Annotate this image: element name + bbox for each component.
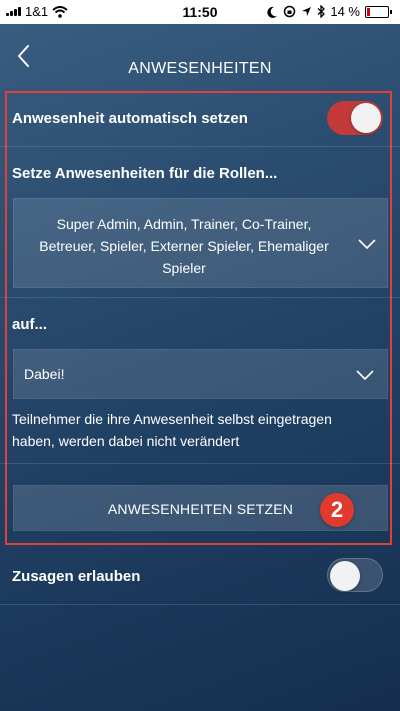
roles-select[interactable]: Super Admin, Admin, Trainer, Co-Trainer,… (13, 198, 388, 288)
nav-bar: ANWESENHEITEN (0, 24, 400, 88)
roles-selected-line-3: Spieler (162, 260, 206, 276)
location-icon (302, 7, 312, 16)
auto-presence-toggle[interactable] (327, 101, 383, 135)
auto-presence-label: Anwesenheit automatisch setzen (12, 110, 248, 127)
toggle-knob (351, 103, 381, 133)
divider (0, 604, 400, 605)
battery-icon (365, 5, 392, 18)
chevron-down-icon (356, 370, 374, 380)
moon-icon (267, 6, 278, 18)
status-selected-value: Dabei! (24, 366, 65, 382)
roles-selected-line-1: Super Admin, Admin, Trainer, Co-Trainer, (56, 216, 312, 232)
page-title: ANWESENHEITEN (128, 60, 272, 77)
divider (0, 146, 400, 147)
annotation-step-badge: 2 (320, 493, 354, 527)
toggle-knob (330, 561, 360, 591)
status-heading: auf... (12, 316, 48, 333)
status-bar: 1&1 11:50 14 % (0, 0, 400, 24)
chevron-down-icon (358, 239, 376, 249)
divider (0, 463, 400, 464)
divider (0, 297, 400, 298)
roles-selected-line-2: Betreuer, Spieler, Externer Spieler, Ehe… (39, 238, 329, 254)
battery-percent: 14 % (330, 4, 360, 19)
roles-heading: Setze Anwesenheiten für die Rollen... (12, 165, 278, 182)
allow-commitments-toggle[interactable] (327, 558, 383, 592)
annotation-highlight-frame (5, 91, 392, 545)
info-text: Teilnehmer die ihre Anwesenheit selbst e… (12, 411, 332, 449)
status-select[interactable]: Dabei! (13, 349, 388, 399)
allow-commitments-label: Zusagen erlauben (12, 568, 141, 585)
rotation-lock-icon (284, 5, 296, 18)
status-icons: 14 % (267, 4, 392, 19)
bluetooth-icon (317, 5, 326, 18)
